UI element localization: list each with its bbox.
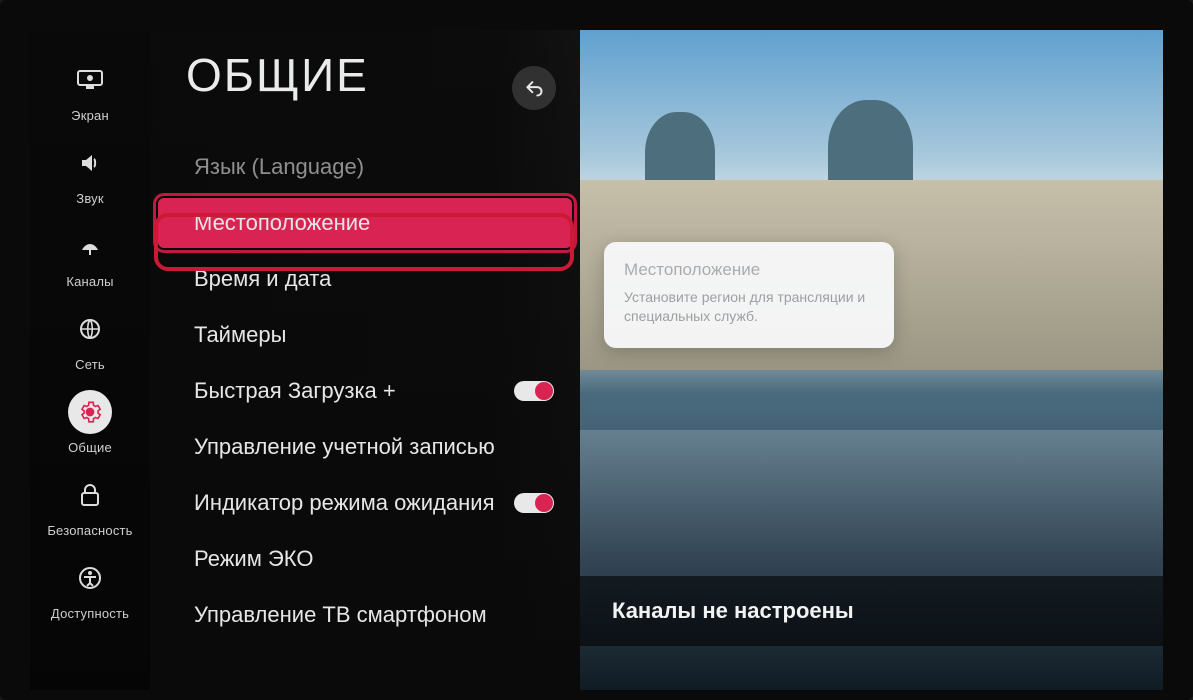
sidebar-item-general[interactable]: Общие (68, 390, 112, 455)
menu-item-tv-smartphone[interactable]: Управление ТВ смартфоном (158, 590, 572, 640)
sidebar-item-label: Безопасность (47, 523, 132, 538)
sidebar-item-network[interactable]: Сеть (68, 307, 112, 372)
sidebar-item-accessibility[interactable]: Доступность (51, 556, 129, 621)
menu-item-location[interactable]: Местоположение (158, 198, 572, 248)
menu-item-label: Управление ТВ смартфоном (194, 602, 487, 628)
screen: Экран Звук Каналы Сеть (30, 30, 1163, 690)
back-arrow-icon (524, 78, 544, 98)
menu-item-quick-start[interactable]: Быстрая Загрузка + (158, 366, 572, 416)
accessibility-icon (68, 556, 112, 600)
menu-item-time-date[interactable]: Время и дата (158, 254, 572, 304)
menu-item-account-mgmt[interactable]: Управление учетной записью (158, 422, 572, 472)
category-sidebar: Экран Звук Каналы Сеть (30, 30, 150, 690)
preview-water (580, 430, 1163, 690)
sidebar-item-safety[interactable]: Безопасность (47, 473, 132, 538)
gear-icon (68, 390, 112, 434)
globe-icon (68, 307, 112, 351)
menu-item-language[interactable]: Язык (Language) (158, 142, 572, 192)
preview-area: Местоположение Установите регион для тра… (580, 30, 1163, 690)
toggle-knob (535, 494, 553, 512)
info-card-body: Установите регион для трансляции и специ… (624, 288, 874, 326)
tv-frame: Экран Звук Каналы Сеть (0, 0, 1193, 700)
sidebar-item-sound[interactable]: Звук (68, 141, 112, 206)
toggle-standby-indicator[interactable] (514, 493, 554, 513)
sound-icon (68, 141, 112, 185)
settings-panel: ОБЩИЕ Язык (Language) Местоположение Вре… (150, 30, 580, 690)
sidebar-item-label: Доступность (51, 606, 129, 621)
menu-item-label: Управление учетной записью (194, 434, 495, 460)
satellite-icon (68, 224, 112, 268)
screen-icon (68, 58, 112, 102)
sidebar-item-label: Экран (71, 108, 109, 123)
sidebar-item-label: Каналы (66, 274, 113, 289)
menu-item-label: Язык (Language) (194, 154, 364, 180)
settings-menu-list: Язык (Language) Местоположение Время и д… (158, 142, 580, 640)
menu-item-label: Быстрая Загрузка + (194, 378, 396, 404)
sidebar-item-label: Общие (68, 440, 112, 455)
menu-item-label: Режим ЭКО (194, 546, 313, 572)
menu-item-timers[interactable]: Таймеры (158, 310, 572, 360)
menu-item-eco-mode[interactable]: Режим ЭКО (158, 534, 572, 584)
toggle-quick-start[interactable] (514, 381, 554, 401)
menu-item-label: Индикатор режима ожидания (194, 490, 494, 516)
menu-item-standby-indicator[interactable]: Индикатор режима ожидания (158, 478, 572, 528)
sidebar-item-screen[interactable]: Экран (68, 58, 112, 123)
menu-item-label: Таймеры (194, 322, 286, 348)
lock-icon (68, 473, 112, 517)
info-card-title: Местоположение (624, 260, 874, 280)
menu-item-label: Местоположение (194, 210, 370, 236)
status-banner: Каналы не настроены (580, 576, 1163, 646)
sidebar-item-label: Сеть (75, 357, 105, 372)
sidebar-item-channels[interactable]: Каналы (66, 224, 113, 289)
menu-item-label: Время и дата (194, 266, 331, 292)
toggle-knob (535, 382, 553, 400)
info-card: Местоположение Установите регион для тра… (604, 242, 894, 348)
back-button[interactable] (512, 66, 556, 110)
sidebar-item-label: Звук (76, 191, 103, 206)
